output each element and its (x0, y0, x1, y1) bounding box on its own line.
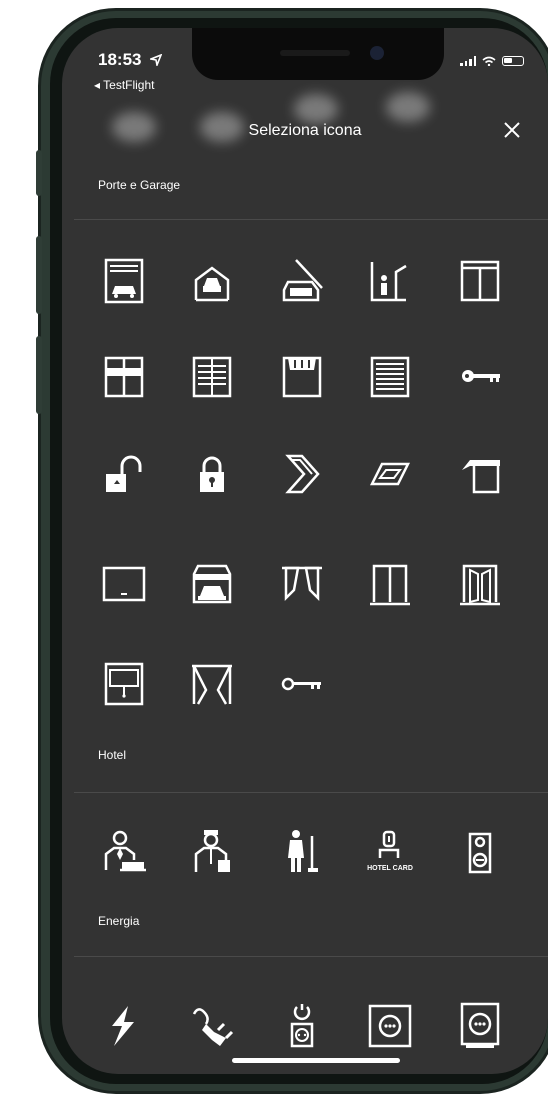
window-top-pane-icon[interactable] (450, 250, 510, 310)
divider (74, 219, 548, 220)
home-indicator[interactable] (232, 1058, 400, 1063)
door-open-icon[interactable] (450, 554, 510, 614)
car-barrier-icon[interactable] (272, 250, 332, 310)
location-arrow-icon (150, 54, 162, 66)
screen-panel-icon[interactable] (94, 654, 154, 714)
signal-icon (460, 56, 476, 66)
curtains-icon[interactable] (272, 554, 332, 614)
status-time: 18:53 (98, 50, 142, 69)
section-label-energia: Energia (98, 914, 140, 928)
bellboy-icon[interactable] (182, 822, 242, 882)
do-not-disturb-icon[interactable] (450, 822, 510, 882)
person-gate-icon[interactable] (360, 250, 420, 310)
padlock-closed-icon[interactable] (182, 444, 242, 504)
status-icons (460, 56, 524, 66)
double-door-icon[interactable] (360, 554, 420, 614)
cleaning-icon[interactable] (272, 822, 332, 882)
section-label-hotel: Hotel (98, 748, 127, 762)
page-title: Seleziona icona (248, 122, 362, 139)
curtain-drawn-icon[interactable] (182, 654, 242, 714)
battery-icon (502, 56, 524, 66)
skylight-open-icon[interactable] (272, 444, 332, 504)
canopy-icon[interactable] (450, 444, 510, 504)
close-icon[interactable] (500, 118, 524, 142)
hotel-card-label: HOTEL CARD (367, 865, 413, 872)
key-outline-icon[interactable] (272, 654, 332, 714)
garage-door-icon[interactable] (94, 250, 154, 310)
plug-icon[interactable] (182, 996, 242, 1056)
awning-window-icon[interactable] (272, 346, 332, 406)
divider (74, 956, 548, 957)
blinds-window-icon[interactable] (360, 346, 420, 406)
roof-window-icon[interactable] (360, 444, 420, 504)
section-label-porte-garage: Porte e Garage (98, 178, 181, 192)
car-garage-icon[interactable] (182, 554, 242, 614)
mute-switch (36, 150, 42, 196)
socket-tall-icon[interactable] (450, 996, 510, 1056)
key-icon[interactable] (450, 346, 510, 406)
padlock-open-icon[interactable] (94, 444, 154, 504)
screen: 18:53 ◂ TestFlight Seleziona icona Porte… (62, 28, 548, 1074)
power-socket-icon[interactable] (272, 996, 332, 1056)
socket-icon[interactable] (360, 996, 420, 1056)
waiter-icon[interactable] (94, 822, 154, 882)
wifi-icon (482, 56, 496, 66)
car-lift-icon[interactable] (182, 250, 242, 310)
projector-screen-icon[interactable] (94, 554, 154, 614)
volume-down-button (36, 336, 42, 414)
back-to-app-link[interactable]: ◂ TestFlight (94, 78, 155, 92)
notch (192, 28, 444, 80)
hotel-card-icon[interactable]: HOTEL CARD (360, 822, 420, 882)
shutter-window-icon[interactable] (182, 346, 242, 406)
divider (74, 792, 548, 793)
volume-up-button (36, 236, 42, 314)
lightning-icon[interactable] (94, 996, 154, 1056)
window-crossbar-icon[interactable] (94, 346, 154, 406)
